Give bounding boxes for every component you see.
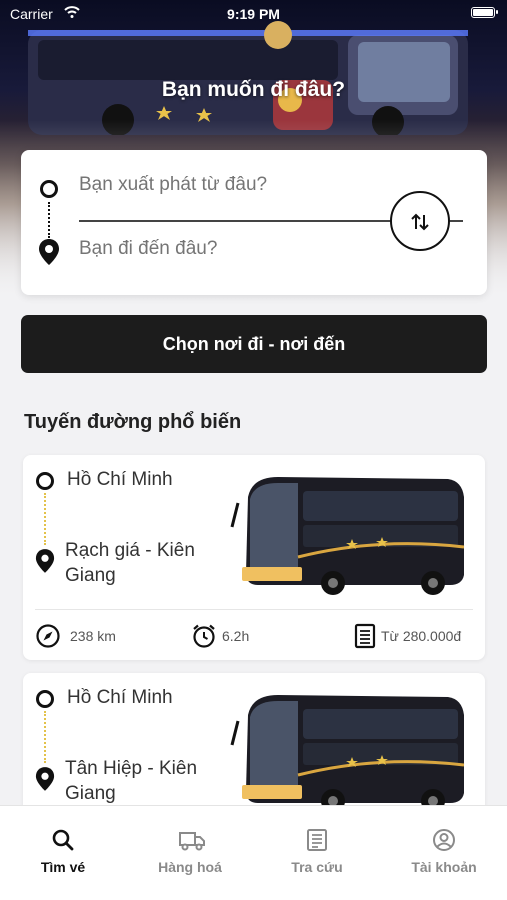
tab-lookup[interactable]: Tra cứu [254,806,380,900]
select-route-button[interactable]: Chọn nơi đi - nơi đến [21,315,487,373]
alarm-clock-icon [193,624,215,648]
status-bar: Carrier 9:19 PM [0,0,507,26]
tab-label: Hàng hoá [158,859,222,875]
origin-circle-icon [36,690,54,708]
origin-input[interactable] [79,174,399,196]
location-pin-icon [35,767,55,791]
distance-value: 238 km [70,628,116,644]
tab-label: Tìm vé [40,859,86,875]
tab-label: Tài khoản [411,859,477,875]
route-connector [48,202,50,238]
route-card[interactable]: Hồ Chí Minh Rạch giá - Kiên Giang 238 km… [23,455,485,660]
tab-find-tickets[interactable]: Tìm vé [0,806,126,900]
card-divider [35,609,473,610]
bus-image [230,477,465,595]
route-connector [44,493,46,545]
origin-circle-icon [40,180,58,198]
clock: 9:19 PM [227,6,280,22]
search-icon [52,829,74,851]
tab-cargo[interactable]: Hàng hoá [127,806,253,900]
location-pin-icon [39,239,59,265]
route-origin: Hồ Chí Minh [67,469,173,490]
duration-value: 6.2h [222,628,250,644]
location-pin-icon [35,549,55,573]
hero-headline: Bạn muốn đi đâu? [161,78,346,101]
user-icon [433,829,455,851]
tab-label: Tra cứu [291,859,343,875]
route-destination: Rạch giá - Kiên Giang [65,540,195,586]
swap-arrows-icon [411,213,429,231]
route-origin: Hồ Chí Minh [67,687,173,708]
tab-account[interactable]: Tài khoản [381,806,507,900]
destination-input[interactable] [79,238,399,260]
receipt-icon [354,623,376,649]
origin-circle-icon [36,472,54,490]
tab-bar: Tìm vé Hàng hoá Tra cứu Tài khoản [0,805,507,900]
bus-image [230,695,465,813]
list-icon [307,829,327,851]
compass-icon [36,624,60,648]
hero-bus-image [28,21,468,135]
swap-locations-button[interactable] [390,191,450,251]
route-destination: Tân Hiệp - Kiên Giang [65,758,198,804]
battery-icon [471,7,498,18]
route-connector [44,711,46,763]
truck-icon [179,832,205,851]
popular-routes-title: Tuyến đường phổ biến [24,411,242,433]
price-value: Từ 280.000đ [381,628,462,644]
search-card [21,150,487,295]
